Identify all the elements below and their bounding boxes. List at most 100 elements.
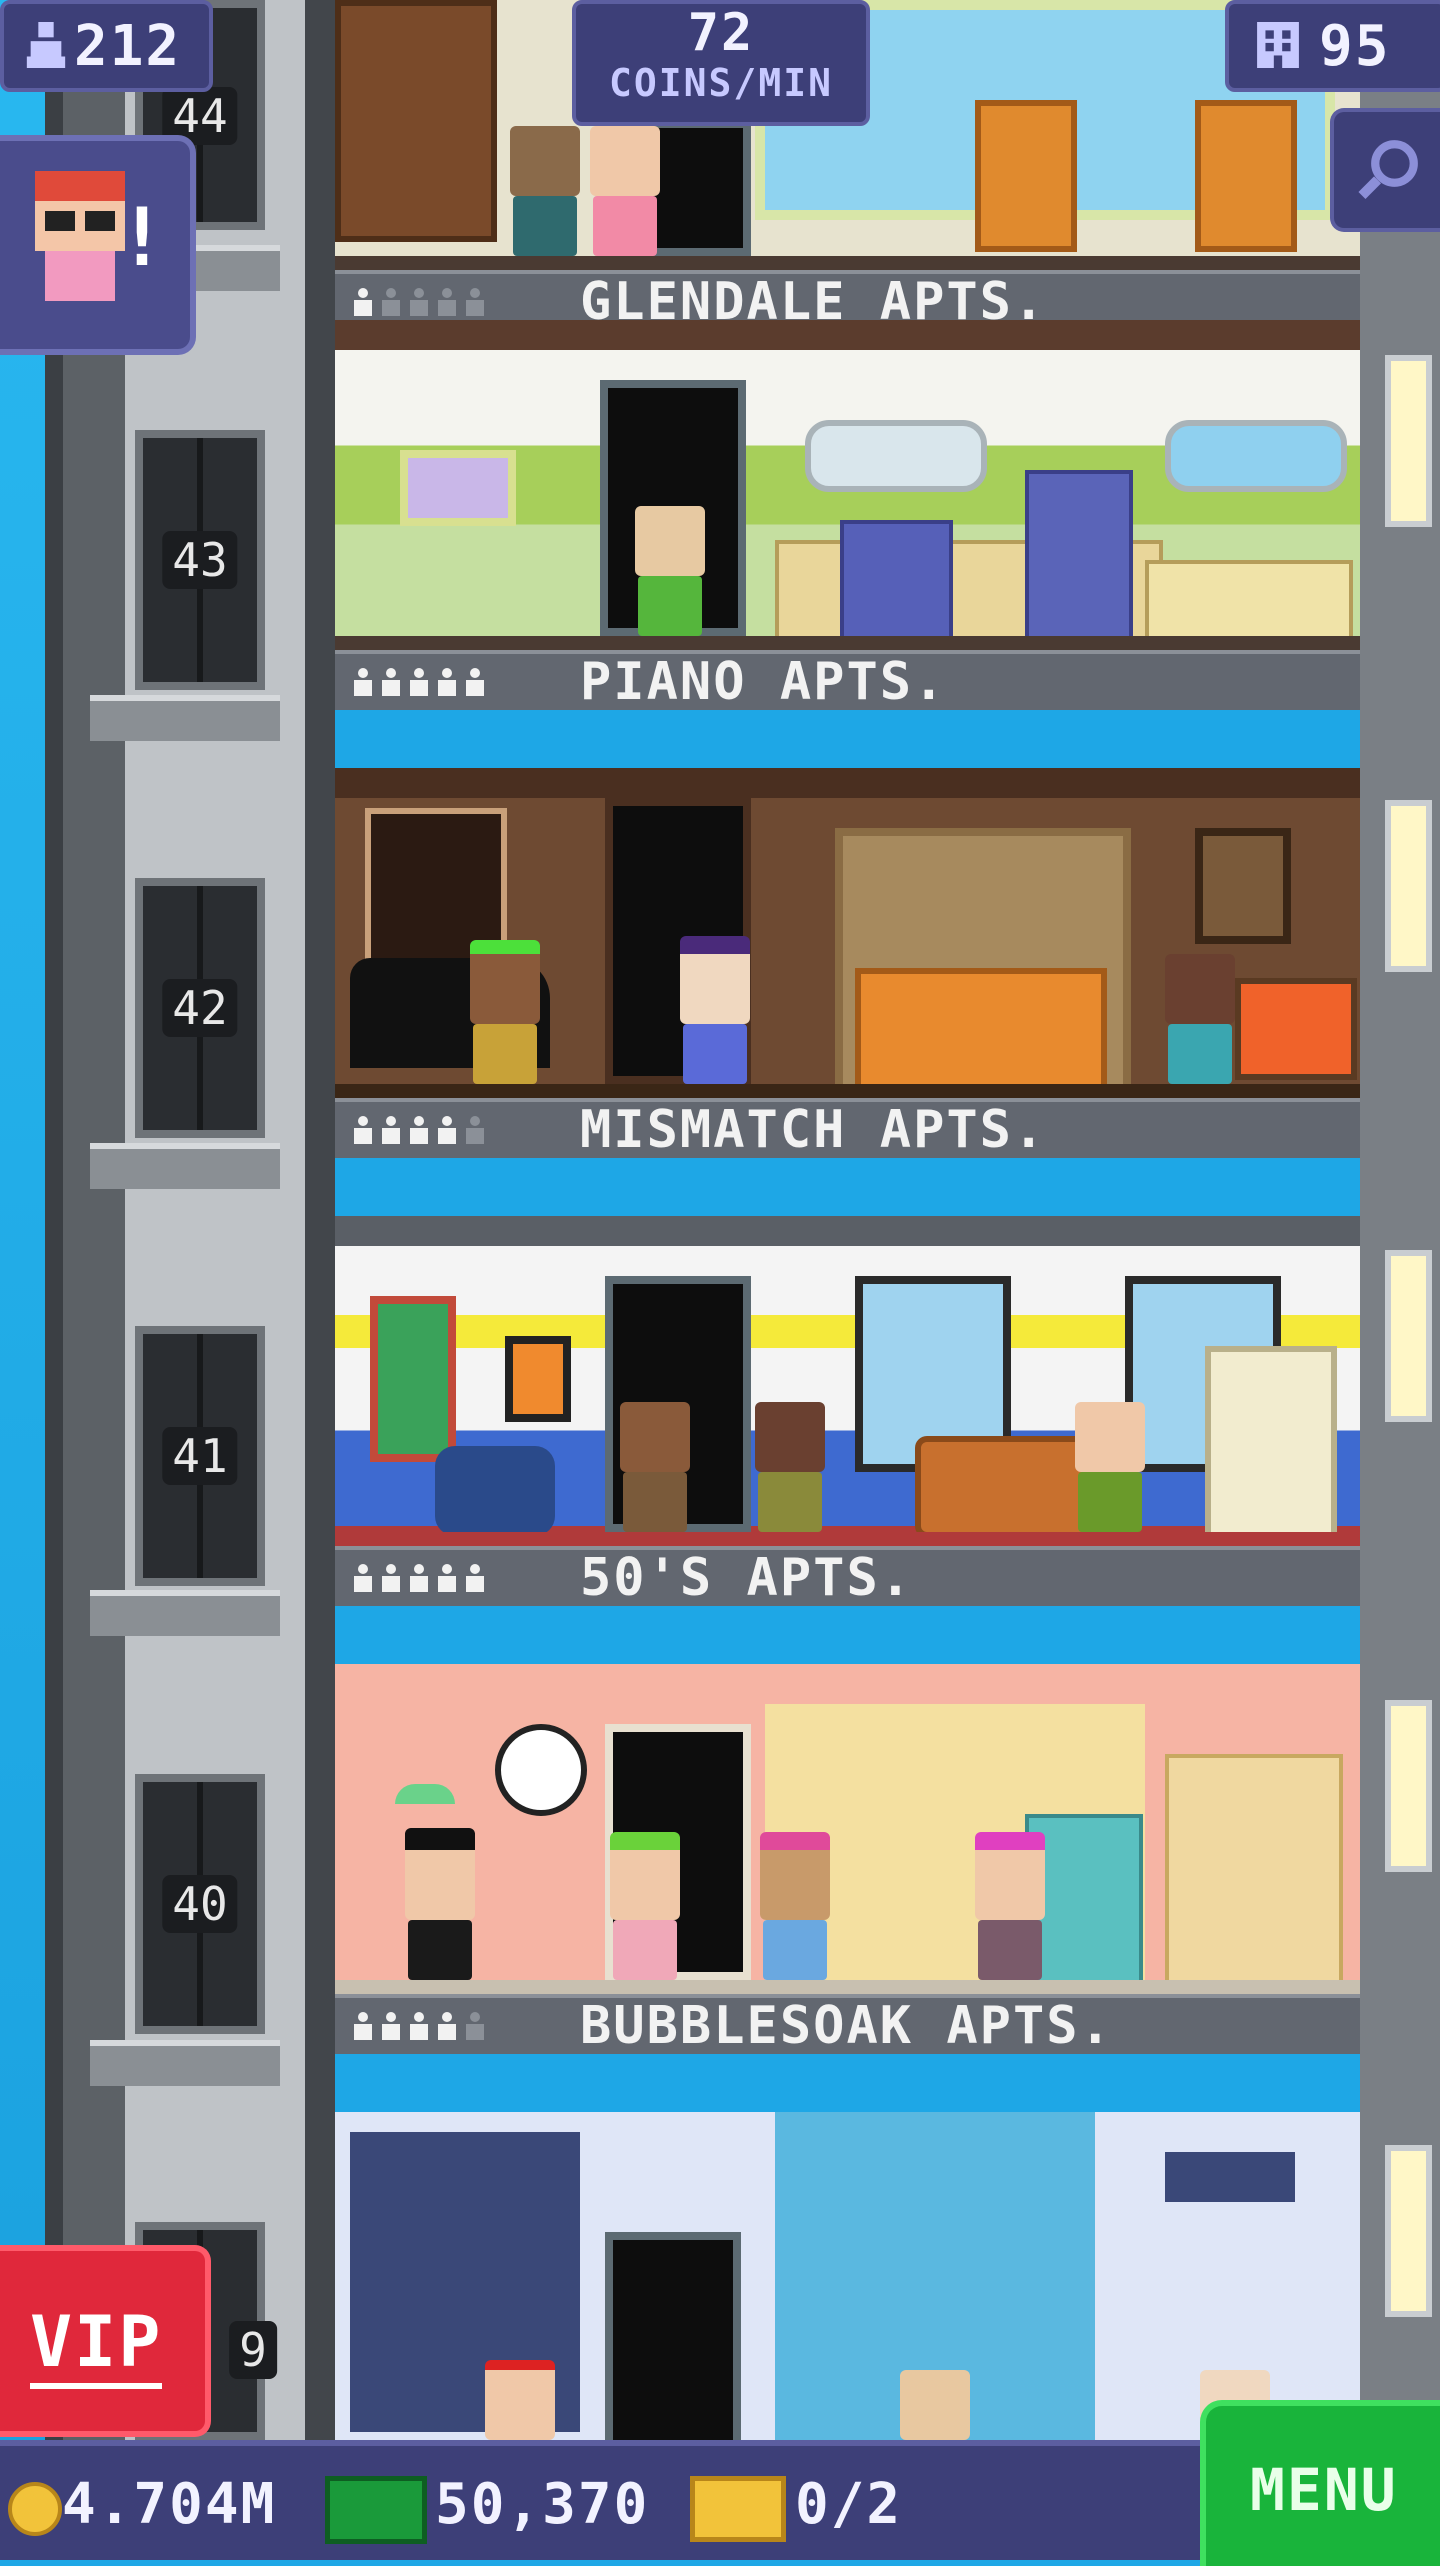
tower-window xyxy=(1385,1700,1432,1872)
resident-indicator xyxy=(353,288,485,318)
bitizen[interactable] xyxy=(405,1828,475,1980)
elevator-door-41[interactable]: 41 xyxy=(135,1326,265,1586)
resident-slot-icon xyxy=(353,2012,373,2042)
floor-piano[interactable]: PIANO APTS. xyxy=(335,320,1360,710)
floor-bubblesoak-room[interactable] xyxy=(335,2112,1360,2440)
fridge xyxy=(1025,470,1133,642)
arcade-cabinet xyxy=(1205,1346,1337,1538)
search-icon xyxy=(1358,140,1418,199)
bitizen[interactable] xyxy=(635,506,705,636)
elevator-floor-label: 40 xyxy=(162,1875,238,1933)
tower-window xyxy=(1385,800,1432,972)
cabinets xyxy=(1145,560,1353,642)
room-floor xyxy=(335,1084,1360,1098)
room-ceiling xyxy=(335,768,1360,798)
resident-slot-icon xyxy=(353,1564,373,1594)
coin-icon xyxy=(8,2482,62,2536)
shaft-beam xyxy=(90,695,280,741)
floor-name: MISMATCH APTS. xyxy=(580,1100,1047,1160)
floor-count-value: 95 xyxy=(1319,14,1391,79)
bookshelf xyxy=(335,0,497,242)
bed xyxy=(855,968,1107,1090)
bux-value[interactable]: 50,370 xyxy=(435,2472,649,2537)
elevator-floor-label: 42 xyxy=(162,979,238,1037)
bitizen-alert-button[interactable]: ! xyxy=(0,135,196,355)
floor-bubblesoak[interactable]: BUBBLESOAK APTS. xyxy=(335,1664,1360,2054)
resident-slot-icon xyxy=(353,288,373,318)
population-counter[interactable]: 212 xyxy=(0,0,213,92)
coins-value[interactable]: 4.704M xyxy=(62,2472,276,2537)
room-ceiling xyxy=(335,1216,1360,1246)
bitizen[interactable] xyxy=(755,1402,825,1532)
room-piano[interactable] xyxy=(335,768,1360,1098)
menu-button[interactable]: MENU xyxy=(1200,2400,1440,2566)
window-oval xyxy=(805,420,987,492)
shaft-beam xyxy=(90,1590,280,1636)
resident-slot-icon xyxy=(409,1116,429,1146)
bitizen[interactable] xyxy=(680,936,750,1084)
coins-per-min-value: 72 xyxy=(687,3,755,63)
menu-label: MENU xyxy=(1250,2456,1398,2524)
resident-slot-icon xyxy=(409,288,429,318)
room-kitchen[interactable] xyxy=(335,320,1360,650)
resident-slot-icon xyxy=(381,288,401,318)
floor-namebar[interactable]: MISMATCH APTS. xyxy=(335,1098,1360,1158)
bitizen[interactable] xyxy=(470,940,540,1084)
ticket-icon xyxy=(690,2476,786,2542)
resident-indicator xyxy=(353,1564,485,1594)
bitizen[interactable] xyxy=(1165,954,1235,1084)
bitizen[interactable] xyxy=(485,2360,555,2440)
floor-name: BUBBLESOAK APTS. xyxy=(580,1996,1113,2056)
resident-slot-icon xyxy=(409,1564,429,1594)
painting xyxy=(400,450,516,526)
floor-namebar[interactable]: 50'S APTS. xyxy=(335,1546,1360,1606)
floor-mismatch[interactable]: MISMATCH APTS. xyxy=(335,768,1360,1158)
floor-namebar[interactable]: BUBBLESOAK APTS. xyxy=(335,1994,1360,2054)
sky-background xyxy=(0,0,45,2560)
lamp xyxy=(395,1784,455,1804)
elevator-door-43[interactable]: 43 xyxy=(135,430,265,690)
bitizen[interactable] xyxy=(900,2370,970,2440)
resident-slot-icon xyxy=(465,2012,485,2042)
coins-per-min-label: COINS/MIN xyxy=(609,61,833,105)
vip-button[interactable]: VIP xyxy=(0,2245,211,2437)
resident-slot-icon xyxy=(465,1564,485,1594)
tower-window xyxy=(1385,2145,1432,2317)
bitizen[interactable] xyxy=(760,1832,830,1980)
bitizen[interactable] xyxy=(510,126,580,256)
bitizen[interactable] xyxy=(610,1832,680,1980)
elevator-door-42[interactable]: 42 xyxy=(135,878,265,1138)
resident-slot-icon xyxy=(353,1116,373,1146)
building-icon xyxy=(1257,22,1299,68)
resident-slot-icon xyxy=(465,668,485,698)
room-ceiling xyxy=(335,320,1360,350)
search-button[interactable] xyxy=(1330,108,1440,232)
elevator-door-40[interactable]: 40 xyxy=(135,1774,265,2034)
bitizen[interactable] xyxy=(590,126,660,256)
bitizen[interactable] xyxy=(975,1832,1045,1980)
floor-count-button[interactable]: 95 xyxy=(1225,0,1440,92)
elevator-floor-label: 43 xyxy=(162,531,238,589)
resident-slot-icon xyxy=(381,1116,401,1146)
painting xyxy=(1195,828,1291,944)
floor-fifties[interactable]: 50'S APTS. xyxy=(335,1216,1360,1606)
resident-slot-icon xyxy=(437,2012,457,2042)
bitizen[interactable] xyxy=(620,1402,690,1532)
room-bubblesoak[interactable] xyxy=(335,2112,1360,2440)
armchair xyxy=(435,1446,555,1536)
bitizen[interactable] xyxy=(1075,1402,1145,1532)
room-mismatch[interactable] xyxy=(335,1216,1360,1546)
tickets-value[interactable]: 0/2 xyxy=(795,2472,902,2537)
painting xyxy=(505,1336,571,1422)
room-fifties[interactable] xyxy=(335,1664,1360,1994)
sink-cabinet xyxy=(1165,1754,1343,1992)
shaft-beam xyxy=(90,1143,280,1189)
painting xyxy=(370,1296,456,1462)
resident-slot-icon xyxy=(409,668,429,698)
resident-slot-icon xyxy=(465,1116,485,1146)
shaft-beam xyxy=(90,2040,280,2086)
stove xyxy=(840,520,953,642)
floor-namebar[interactable]: PIANO APTS. xyxy=(335,650,1360,710)
room-floor xyxy=(335,1532,1360,1546)
coins-per-min-display: 72 COINS/MIN xyxy=(572,0,870,126)
